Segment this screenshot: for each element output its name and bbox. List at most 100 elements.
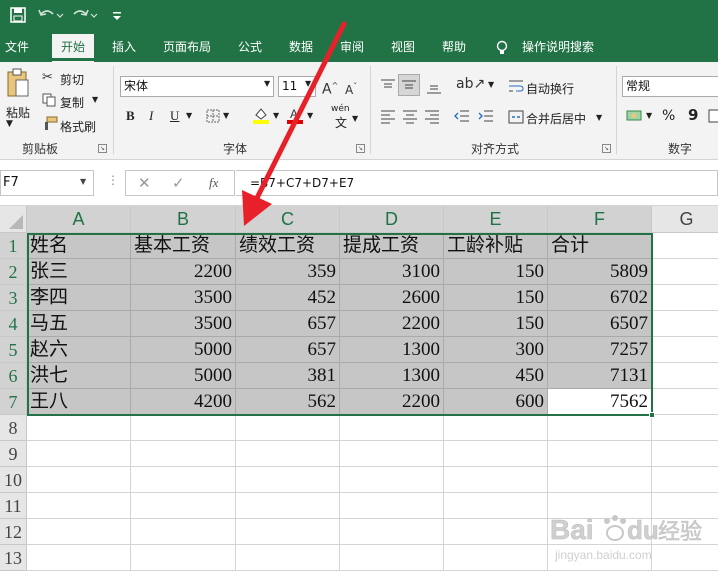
cell-e8[interactable]: [444, 415, 548, 441]
cell-b5[interactable]: 5000: [131, 337, 236, 363]
cell-c6[interactable]: 381: [236, 363, 340, 389]
format-painter-icon[interactable]: [42, 116, 58, 135]
font-launcher-icon[interactable]: ↘: [356, 144, 365, 153]
cell-b7[interactable]: 4200: [131, 389, 236, 415]
cell-f2[interactable]: 5809: [548, 259, 652, 285]
redo-icon[interactable]: [72, 7, 98, 28]
cut-button[interactable]: 剪切: [60, 71, 84, 88]
cell-g11[interactable]: [652, 493, 718, 519]
align-center-icon[interactable]: [402, 108, 418, 129]
cell-c5[interactable]: 657: [236, 337, 340, 363]
cell-f13[interactable]: [548, 545, 652, 571]
cell-d13[interactable]: [340, 545, 444, 571]
cell-e9[interactable]: [444, 441, 548, 467]
font-name-select[interactable]: 宋体: [120, 76, 274, 97]
wrap-text-button[interactable]: 自动换行: [526, 80, 574, 97]
row-header-1[interactable]: 1: [0, 233, 27, 259]
merge-center-icon[interactable]: [508, 109, 524, 130]
select-all-button[interactable]: [0, 206, 27, 233]
copy-button[interactable]: 复制: [60, 94, 84, 111]
column-header-e[interactable]: E: [444, 206, 548, 233]
cell-d11[interactable]: [340, 493, 444, 519]
comma-style-button[interactable]: 9: [688, 106, 698, 124]
row-header-6[interactable]: 6: [0, 363, 27, 389]
cell-a7[interactable]: 王八: [27, 389, 131, 415]
cancel-icon[interactable]: ✕: [138, 174, 151, 192]
tab-review[interactable]: 审阅: [334, 34, 370, 62]
cell-g12[interactable]: [652, 519, 718, 545]
cell-d1[interactable]: 提成工资: [340, 233, 444, 259]
tell-me-search[interactable]: 操作说明搜索: [516, 34, 600, 62]
cell-d2[interactable]: 3100: [340, 259, 444, 285]
align-bottom-icon[interactable]: [426, 78, 442, 99]
paste-icon[interactable]: [6, 68, 30, 105]
cell-g10[interactable]: [652, 467, 718, 493]
cell-g4[interactable]: [652, 311, 718, 337]
tab-help[interactable]: 帮助: [436, 34, 472, 62]
cell-c1[interactable]: 绩效工资: [236, 233, 340, 259]
cell-b1[interactable]: 基本工资: [131, 233, 236, 259]
cell-c2[interactable]: 359: [236, 259, 340, 285]
cell-e1[interactable]: 工龄补贴: [444, 233, 548, 259]
merge-dropdown-icon[interactable]: ▼: [596, 113, 602, 122]
cell-c8[interactable]: [236, 415, 340, 441]
decrease-indent-icon[interactable]: [454, 108, 470, 129]
paste-dropdown-icon[interactable]: ▼: [6, 119, 13, 129]
cell-e2[interactable]: 150: [444, 259, 548, 285]
font-color-dropdown-icon[interactable]: ▼: [307, 111, 313, 120]
enter-icon[interactable]: ✓: [172, 174, 185, 192]
align-right-icon[interactable]: [424, 108, 440, 129]
customize-icon[interactable]: [112, 7, 122, 28]
copy-icon[interactable]: [42, 93, 56, 112]
cell-f1[interactable]: 合计: [548, 233, 652, 259]
cell-c13[interactable]: [236, 545, 340, 571]
align-top-icon[interactable]: [380, 78, 396, 99]
orientation-icon[interactable]: ab↗: [456, 76, 485, 92]
cell-d4[interactable]: 2200: [340, 311, 444, 337]
row-header-9[interactable]: 9: [0, 441, 27, 467]
row-header-8[interactable]: 8: [0, 415, 27, 441]
cell-b9[interactable]: [131, 441, 236, 467]
insert-function-button[interactable]: fx: [209, 175, 218, 191]
cell-f11[interactable]: [548, 493, 652, 519]
cell-a3[interactable]: 李四: [27, 285, 131, 311]
cell-d7[interactable]: 2200: [340, 389, 444, 415]
cell-a5[interactable]: 赵六: [27, 337, 131, 363]
cell-d3[interactable]: 2600: [340, 285, 444, 311]
cell-d12[interactable]: [340, 519, 444, 545]
cell-a2[interactable]: 张三: [27, 259, 131, 285]
column-header-g[interactable]: G: [652, 206, 718, 233]
row-header-10[interactable]: 10: [0, 467, 27, 493]
grow-font-icon[interactable]: A^: [322, 78, 338, 98]
copy-dropdown-icon[interactable]: ▼: [92, 95, 98, 104]
cell-e6[interactable]: 450: [444, 363, 548, 389]
cell-f6[interactable]: 7131: [548, 363, 652, 389]
cell-b12[interactable]: [131, 519, 236, 545]
tab-formulas[interactable]: 公式: [232, 34, 268, 62]
cell-c7[interactable]: 562: [236, 389, 340, 415]
cell-e10[interactable]: [444, 467, 548, 493]
row-header-7[interactable]: 7: [0, 389, 27, 415]
cell-d10[interactable]: [340, 467, 444, 493]
row-header-4[interactable]: 4: [0, 311, 27, 337]
cell-b6[interactable]: 5000: [131, 363, 236, 389]
lightbulb-icon[interactable]: [492, 34, 512, 62]
column-header-d[interactable]: D: [340, 206, 444, 233]
row-header-13[interactable]: 13: [0, 545, 27, 571]
column-header-b[interactable]: B: [131, 206, 236, 233]
row-header-12[interactable]: 12: [0, 519, 27, 545]
phonetic-icon[interactable]: 文: [335, 114, 347, 131]
cell-b2[interactable]: 2200: [131, 259, 236, 285]
cell-f8[interactable]: [548, 415, 652, 441]
cell-d5[interactable]: 1300: [340, 337, 444, 363]
cell-g13[interactable]: [652, 545, 718, 571]
scissors-icon[interactable]: ✂: [42, 70, 53, 86]
font-color-icon[interactable]: A: [286, 106, 304, 129]
fill-handle[interactable]: [649, 412, 655, 418]
cell-c4[interactable]: 657: [236, 311, 340, 337]
row-header-3[interactable]: 3: [0, 285, 27, 311]
cell-e12[interactable]: [444, 519, 548, 545]
tab-data[interactable]: 数据: [283, 34, 319, 62]
font-size-dropdown-icon[interactable]: ▼: [305, 79, 311, 88]
shrink-font-icon[interactable]: Aˇ: [345, 79, 357, 98]
